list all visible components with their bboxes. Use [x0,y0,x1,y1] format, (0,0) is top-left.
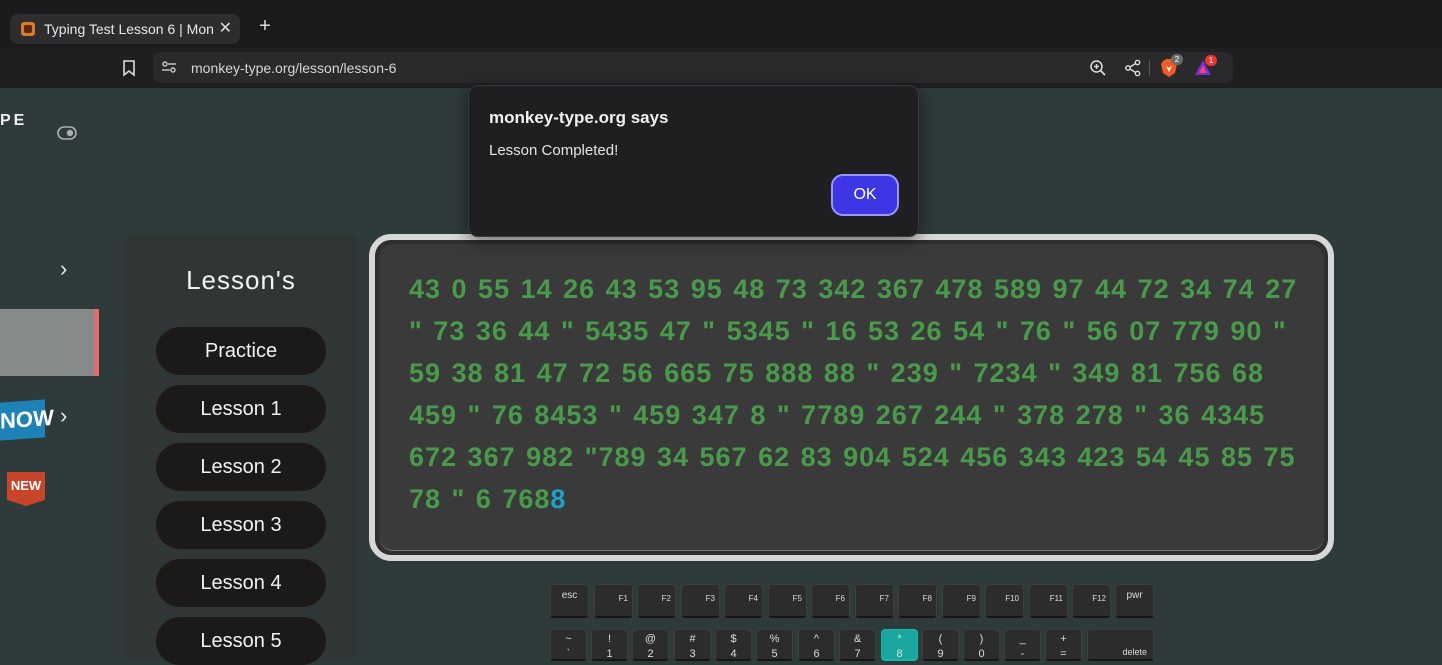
key-f10[interactable]: F10 [985,584,1024,618]
now-banner[interactable]: NOW [0,399,54,441]
brave-shields-badge: 2 [1171,54,1183,65]
brave-rewards-badge: 1 [1205,55,1217,66]
lesson-practice-button[interactable]: Practice [156,327,326,375]
key-9[interactable]: (9 [922,629,959,661]
current-character: 8 [550,484,567,514]
key-delete[interactable]: delete [1087,629,1154,661]
typing-area[interactable]: 43 0 55 14 26 43 53 95 48 73 342 367 478… [369,234,1334,561]
key-f3[interactable]: F3 [681,584,720,618]
lessons-panel: Lesson's Practice Lesson 1 Lesson 2 Less… [125,235,357,665]
share-icon[interactable] [1124,59,1142,77]
site-favicon-icon [21,22,35,36]
typed-text: 43 0 55 14 26 43 53 95 48 73 342 367 478… [409,274,1298,514]
key-backtick[interactable]: ~ ` [550,629,587,661]
key-6[interactable]: ^ 6 [798,629,835,661]
browser-tab-bar: Typing Test Lesson 6 | Monkey Type ✕ + [0,0,1442,48]
key-minus[interactable]: _ - [1004,629,1041,661]
key-equals[interactable]: + = [1045,629,1082,661]
theme-toggle-icon[interactable] [57,126,77,140]
key-f8[interactable]: F8 [898,584,937,618]
key-f4[interactable]: F4 [724,584,763,618]
key-8-active[interactable]: * 8 [881,629,918,661]
key-power[interactable]: pwr [1115,584,1154,618]
key-f7[interactable]: F7 [855,584,894,618]
ok-button[interactable]: OK [831,174,899,216]
key-esc[interactable]: esc [550,584,589,618]
key-0[interactable]: ) 0 [963,629,1000,661]
typing-area-inner: 43 0 55 14 26 43 53 95 48 73 342 367 478… [379,244,1324,551]
key-f11[interactable]: F11 [1029,584,1068,618]
key-f1[interactable]: F1 [594,584,633,618]
key-f2[interactable]: F2 [637,584,676,618]
bookmark-icon[interactable] [119,58,139,78]
key-f9[interactable]: F9 [942,584,981,618]
key-5[interactable]: % 5 [756,629,793,661]
lesson-3-button[interactable]: Lesson 3 [156,501,326,549]
lessons-heading: Lesson's [186,265,296,295]
chevron-right-icon[interactable]: › [60,403,67,429]
typing-text: 43 0 55 14 26 43 53 95 48 73 342 367 478… [409,268,1309,520]
lesson-5-button[interactable]: Lesson 5 [156,617,326,665]
tab-title: Typing Test Lesson 6 | Monkey Type [44,21,214,37]
zoom-icon[interactable] [1089,59,1107,77]
close-tab-icon[interactable]: ✕ [219,18,232,38]
key-4[interactable]: $4 [715,629,752,661]
browser-toolbar: monkey-type.org/lesson/lesson-6 2 1 [0,48,1442,88]
key-f12[interactable]: F12 [1072,584,1111,618]
alert-dialog: monkey-type.org says Lesson Completed! O… [468,85,919,237]
lesson-2-button[interactable]: Lesson 2 [156,443,326,491]
key-1[interactable]: ! 1 [591,629,628,661]
key-f5[interactable]: F5 [768,584,807,618]
new-badge: NEW [7,472,45,506]
url-text[interactable]: monkey-type.org/lesson/lesson-6 [191,60,396,76]
site-settings-icon[interactable] [161,60,177,74]
browser-tab[interactable]: Typing Test Lesson 6 | Monkey Type ✕ [10,14,240,44]
sidebar-active-item[interactable] [0,309,99,376]
key-3[interactable]: #3 [674,629,711,661]
key-f6[interactable]: F6 [811,584,850,618]
chevron-right-icon[interactable]: › [60,256,67,282]
dialog-title: monkey-type.org says [489,108,669,127]
key-7[interactable]: & 7 [839,629,876,661]
new-tab-button[interactable]: + [254,14,276,38]
key-2[interactable]: @2 [632,629,669,661]
address-bar[interactable]: monkey-type.org/lesson/lesson-6 2 1 [153,52,1233,83]
lesson-1-button[interactable]: Lesson 1 [156,385,326,433]
lesson-4-button[interactable]: Lesson 4 [156,559,326,607]
dialog-message: Lesson Completed! [489,142,619,159]
toolbar-divider [1149,60,1150,76]
brand-logo-text[interactable]: PE [0,112,27,130]
